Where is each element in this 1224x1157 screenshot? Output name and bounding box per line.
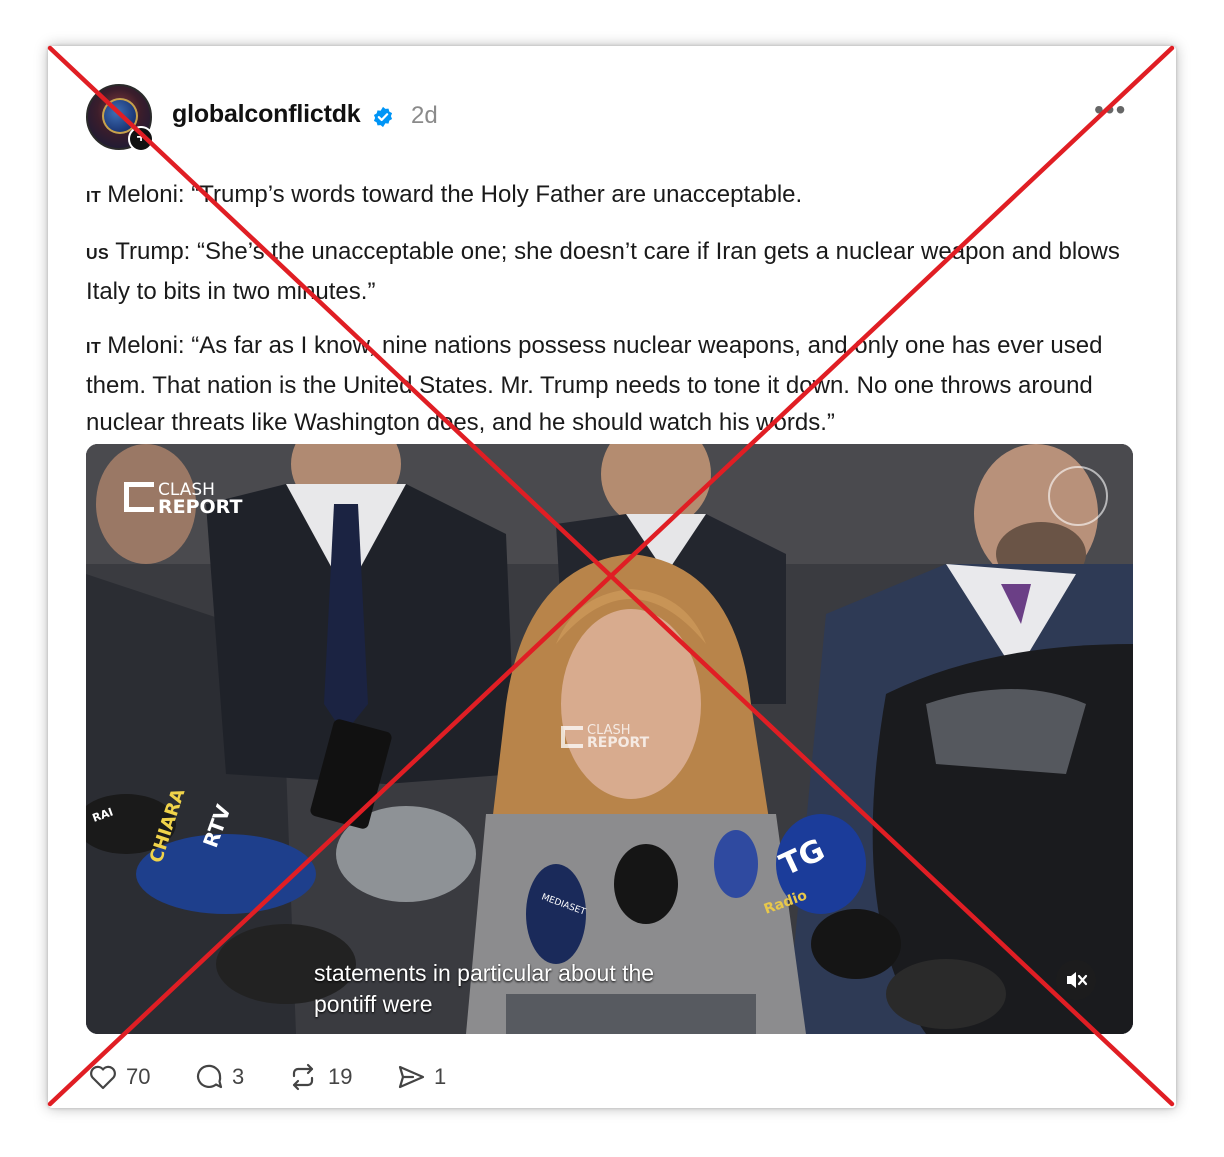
post-paragraph: US Trump: “She’s the unacceptable one; sh…	[86, 233, 1146, 310]
subtitle-line-2: pontiff were	[314, 991, 433, 1017]
post-paragraph: IT Meloni: “Trump’s words toward the Holy…	[86, 176, 1146, 216]
comment-button[interactable]: 3	[194, 1062, 254, 1092]
send-icon	[398, 1065, 425, 1089]
like-count: 70	[126, 1064, 151, 1089]
subtitle-line-1: statements in particular about the	[314, 960, 655, 986]
repost-button[interactable]: 19	[288, 1062, 358, 1092]
repost-icon	[292, 1063, 314, 1091]
post-card: + globalconflictdk 2d ••• IT Meloni: “Tru…	[48, 46, 1176, 1108]
share-button[interactable]: 1	[396, 1062, 456, 1092]
speaker-muted-icon	[1067, 972, 1088, 988]
video-player[interactable]: CHIARA RTV TG Radio MEDIASET RAI CLASH R…	[86, 444, 1133, 1034]
flag-icon: IT	[86, 189, 102, 206]
follow-plus-icon[interactable]: +	[128, 126, 154, 152]
like-button[interactable]: 70	[88, 1062, 158, 1092]
heart-icon	[90, 1065, 116, 1090]
comment-count: 3	[232, 1064, 245, 1089]
verified-badge-icon	[373, 106, 393, 128]
comment-bubble-icon	[196, 1064, 223, 1089]
watermark-line-2: REPORT	[587, 735, 650, 751]
flag-icon: US	[86, 246, 110, 263]
flag-icon: IT	[86, 340, 102, 357]
share-count: 1	[434, 1064, 447, 1089]
more-options-button[interactable]: •••	[1094, 94, 1126, 126]
paragraph-text: Trump: “She’s the unacceptable one; she …	[86, 238, 1120, 305]
mute-button[interactable]	[1056, 960, 1096, 1000]
government-seal-icon	[1048, 466, 1108, 526]
video-subtitle: statements in particular about the ponti…	[314, 958, 654, 1020]
profile-avatar[interactable]: +	[86, 84, 154, 152]
post-username[interactable]: globalconflictdk	[172, 100, 361, 129]
post-paragraph: IT Meloni: “As far as I know, nine nation…	[86, 327, 1146, 441]
repost-count: 19	[328, 1064, 353, 1089]
paragraph-text: Meloni: “As far as I know, nine nations …	[86, 332, 1103, 436]
post-body: IT Meloni: “Trump’s words toward the Holy…	[86, 176, 1146, 441]
logo-line-2: REPORT	[158, 496, 243, 518]
paragraph-text: Meloni: “Trump’s words toward the Holy F…	[107, 181, 803, 208]
post-timestamp: 2d	[411, 102, 438, 129]
